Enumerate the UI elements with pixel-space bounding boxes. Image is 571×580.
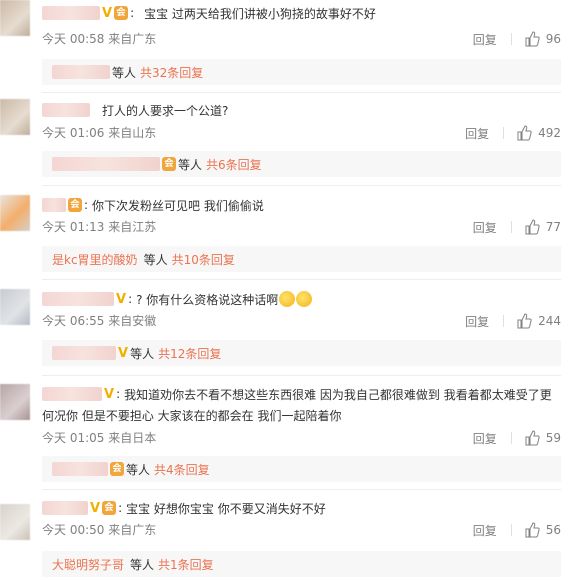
sub-replies[interactable]: 等人 共32条回复 [42,59,561,85]
username[interactable] [42,501,88,515]
comment-meta: 今天 00:50 来自广东 [42,523,157,537]
thumbs-up-icon[interactable] [516,125,532,141]
v-badge-icon: V [90,500,101,516]
sub-reply-count[interactable]: 共10条回复 [172,251,235,268]
sub-reply-count[interactable]: 共4条回复 [154,461,210,478]
like-count: 492 [538,126,561,140]
sub-username[interactable] [52,157,160,171]
reply-button[interactable]: 回复 [473,219,497,236]
thumbs-up-icon[interactable] [524,522,540,538]
avatar[interactable] [0,384,30,420]
sub-replies[interactable]: 大聪明努子哥 等人 共1条回复 [42,551,561,577]
avatar[interactable] [0,289,30,325]
comment-meta: 今天 06:55 来自安徽 [42,314,157,328]
comment-text: 打人的人要求一个公道? [102,103,229,118]
avatar[interactable] [0,0,30,36]
like-count: 244 [538,314,561,328]
comment-text: 你下次发粉丝可见吧 我们偷偷说 [92,198,264,213]
username[interactable] [42,198,66,212]
username[interactable] [42,6,100,20]
comment-text-cont: 何况你 但是不要担心 大家该在的都会在 我们一起陪着你 [42,408,342,423]
like-count: 59 [545,431,561,445]
username[interactable] [42,292,114,306]
like-count: 56 [545,523,561,537]
comment-meta: 今天 01:05 来自日本 [42,431,157,445]
doge-emoji-icon [279,291,296,307]
thumbs-up-icon[interactable] [524,430,540,446]
comment-text: 宝宝 过两天给我们讲被小狗挠的故事好不好 [144,6,376,21]
avatar[interactable] [0,195,30,231]
vip-badge-icon: 会 [162,157,176,171]
v-badge-icon: V [102,5,113,21]
comment-meta: 今天 01:13 来自江苏 [42,220,157,234]
v-badge-icon: V [118,345,129,361]
comment-text: 宝宝 好想你宝宝 你不要又消失好不好 [126,501,326,516]
reply-button[interactable]: 回复 [473,31,497,48]
vip-badge-icon: 会 [102,501,117,515]
sub-username[interactable]: 大聪明努子哥 [52,556,124,573]
sub-replies[interactable]: V 等人 共12条回复 [42,340,561,366]
sub-username[interactable] [52,65,110,79]
reply-button[interactable]: 回复 [465,125,489,142]
v-badge-icon: V [104,386,115,402]
reply-button[interactable]: 回复 [473,522,497,539]
comment-meta: 今天 00:58 来自广东 [42,32,157,46]
sub-reply-count[interactable]: 共32条回复 [140,64,203,81]
sub-reply-count[interactable]: 共12条回复 [158,345,221,362]
doge-emoji-icon [296,291,313,307]
comment-text: ? 你有什么资格说这种话啊 [136,292,279,307]
sub-username[interactable] [52,462,108,476]
username[interactable] [42,103,90,117]
avatar[interactable] [0,504,30,540]
like-count: 77 [545,220,561,234]
sub-replies[interactable]: 是kc胃里的酸奶 等人 共10条回复 [42,246,561,272]
username[interactable] [42,387,102,401]
thumbs-up-icon[interactable] [516,313,532,329]
sub-username[interactable] [52,346,116,360]
sub-reply-count[interactable]: 共1条回复 [158,556,214,573]
vip-badge-icon: 会 [110,462,124,476]
sub-reply-count[interactable]: 共6条回复 [206,156,262,173]
v-badge-icon: V [116,291,127,307]
reply-button[interactable]: 回复 [465,313,489,330]
thumbs-up-icon[interactable] [524,219,540,235]
vip-badge-icon: 会 [114,6,129,20]
comment-text: 我知道劝你去不看不想这些东西很难 因为我自己都很难做到 我看着都太难受了更 [124,387,552,402]
sub-replies[interactable]: 会 等人 共4条回复 [42,456,561,482]
comment-meta: 今天 01:06 来自山东 [42,126,157,140]
reply-button[interactable]: 回复 [473,430,497,447]
thumbs-up-icon[interactable] [524,31,540,47]
sub-replies[interactable]: 会 等人 共6条回复 [42,151,561,177]
avatar[interactable] [0,99,30,135]
like-count: 96 [545,32,561,46]
sub-username[interactable]: 是kc胃里的酸奶 [52,251,138,268]
vip-badge-icon: 会 [68,198,82,212]
